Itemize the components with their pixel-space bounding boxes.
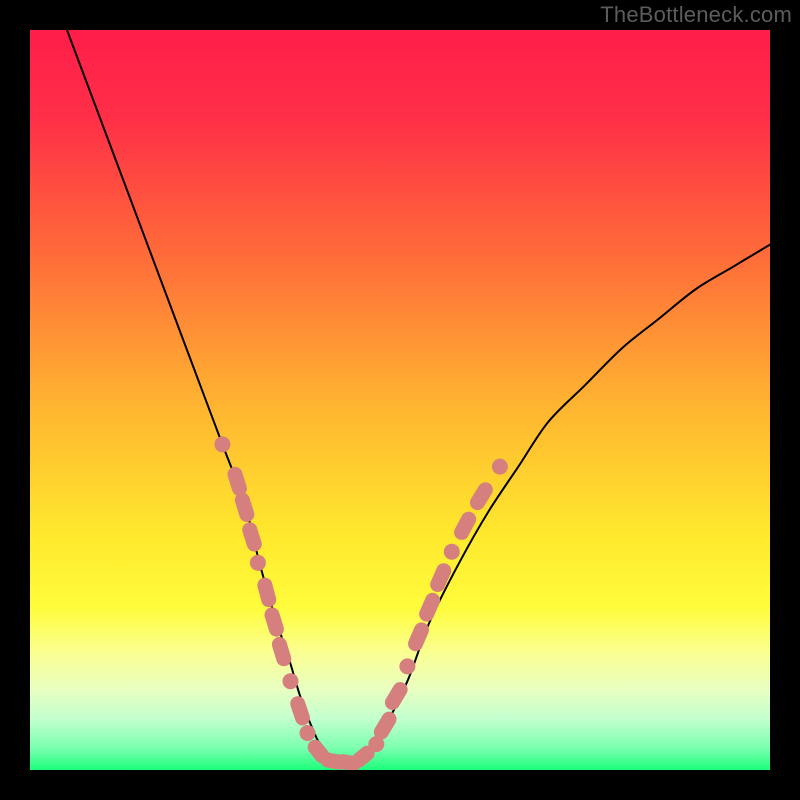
marker-capsule [233, 491, 256, 524]
marker-capsule [256, 576, 278, 609]
watermark-text: TheBottleneck.com [600, 2, 792, 28]
marker-circle [492, 459, 508, 475]
marker-capsule [240, 520, 263, 553]
marker-capsule [226, 465, 249, 498]
marker-capsule [288, 694, 312, 727]
markers-group [214, 436, 508, 770]
chart-container: TheBottleneck.com [0, 0, 800, 800]
curve-layer [30, 30, 770, 770]
marker-circle [214, 436, 230, 452]
marker-capsule [270, 635, 293, 668]
marker-capsule [428, 561, 454, 594]
bottleneck-curve [67, 30, 770, 763]
marker-circle [283, 673, 299, 689]
marker-capsule [263, 605, 286, 638]
marker-circle [250, 555, 266, 571]
marker-circle [444, 544, 460, 560]
plot-area [30, 30, 770, 770]
marker-capsule [451, 509, 478, 543]
marker-capsule [417, 590, 443, 623]
marker-circle [399, 658, 415, 674]
marker-circle [300, 725, 316, 741]
